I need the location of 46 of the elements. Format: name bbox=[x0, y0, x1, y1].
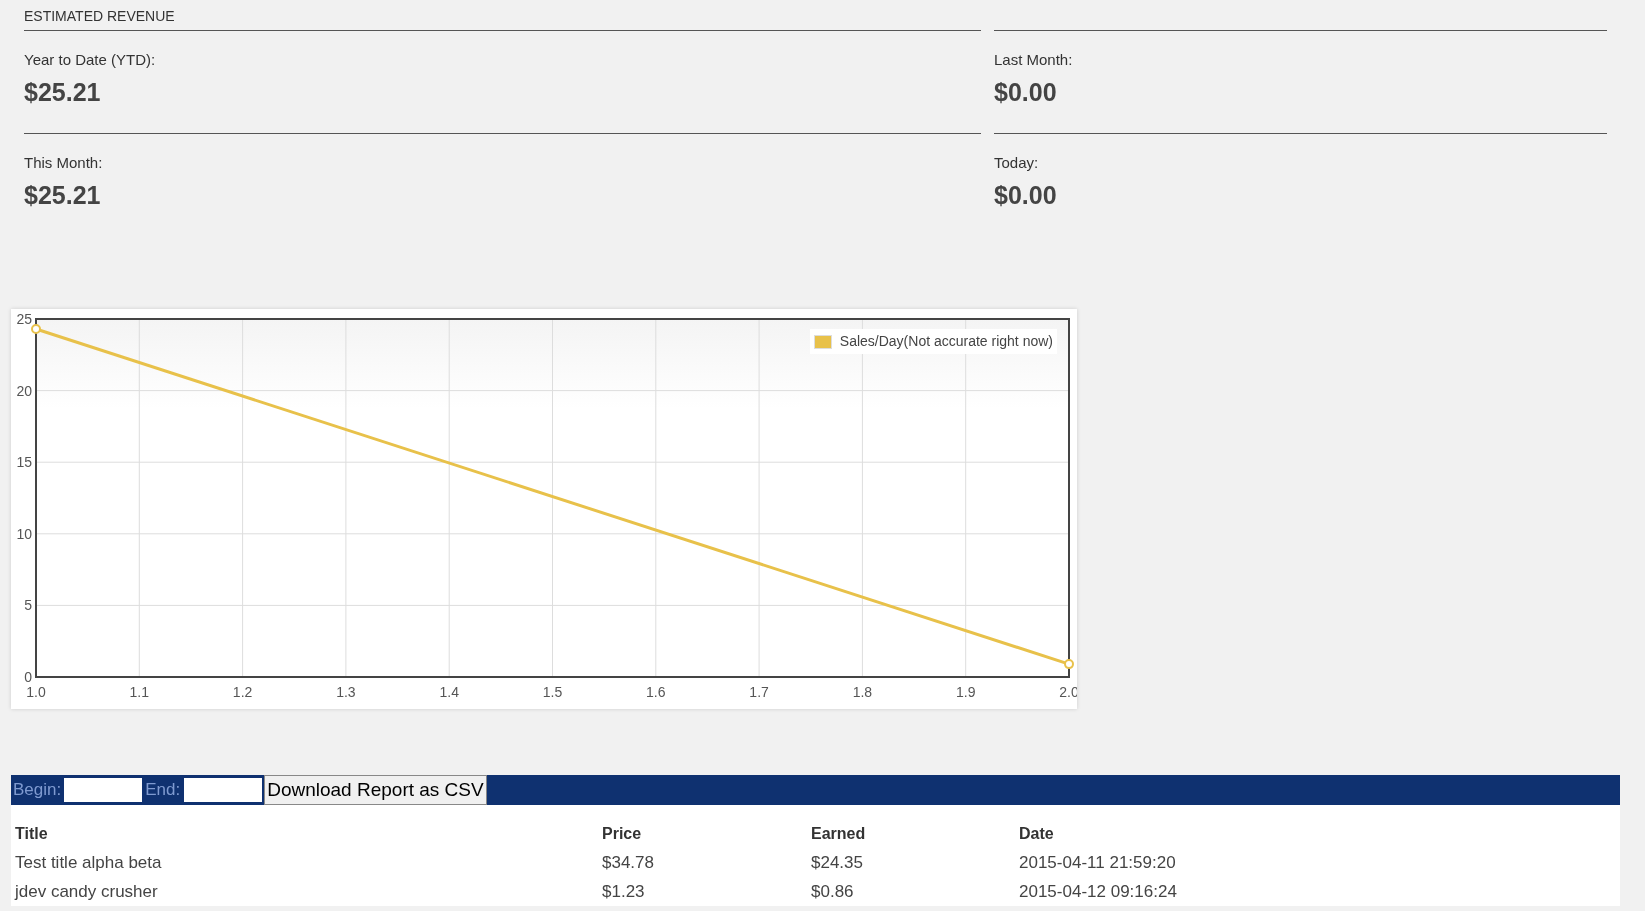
column-header: Title bbox=[15, 823, 48, 844]
table-cell-text: $34.78 bbox=[602, 851, 654, 874]
y-tick-label: 15 bbox=[16, 454, 32, 471]
x-tick-label: 1.7 bbox=[749, 684, 769, 700]
table-cell-text: Test title alpha beta bbox=[15, 851, 162, 874]
legend-swatch bbox=[813, 334, 832, 349]
stat-value: $0.00 bbox=[994, 179, 1057, 211]
table-cell-text: $24.35 bbox=[811, 851, 863, 874]
stat-label: Today: bbox=[994, 153, 1039, 173]
end-date-field[interactable] bbox=[182, 776, 265, 804]
column-header: Date bbox=[1019, 823, 1054, 844]
end-label: End: bbox=[144, 779, 182, 802]
x-tick-label: 1.5 bbox=[542, 684, 563, 700]
x-tick-label: 1.8 bbox=[852, 684, 873, 700]
table-cell-text: jdev candy crusher bbox=[15, 880, 158, 903]
begin-date-field[interactable] bbox=[63, 777, 144, 803]
table-cell-text: $0.86 bbox=[811, 880, 854, 903]
data-point bbox=[31, 324, 41, 334]
table-cell-text: $1.23 bbox=[602, 880, 645, 903]
y-tick-label: 5 bbox=[24, 597, 32, 614]
x-tick-label: 1.3 bbox=[336, 684, 356, 700]
download-csv-button[interactable]: Download Report as CSV bbox=[264, 775, 487, 805]
stat-value: $25.21 bbox=[24, 76, 101, 108]
x-tick-label: 1.9 bbox=[955, 684, 976, 700]
y-tick-label: 20 bbox=[16, 382, 32, 399]
y-tick-label: 10 bbox=[16, 525, 32, 542]
section-title: ESTIMATED REVENUE bbox=[24, 8, 175, 24]
column-header: Price bbox=[602, 823, 642, 844]
stat-label: Last Month: bbox=[994, 50, 1073, 70]
x-tick-label: 1.4 bbox=[439, 684, 459, 700]
x-tick-label: 1.6 bbox=[646, 684, 666, 700]
data-point bbox=[1064, 659, 1074, 670]
begin-label: Begin: bbox=[12, 779, 63, 802]
stat-label: Year to Date (YTD): bbox=[24, 50, 156, 70]
x-tick-label: 1.0 bbox=[26, 684, 46, 700]
table-cell-text: 2015-04-11 21:59:20 bbox=[1019, 851, 1176, 874]
column-header: Earned bbox=[811, 823, 866, 844]
y-tick-label: 25 bbox=[16, 311, 32, 327]
stat-value: $25.21 bbox=[24, 179, 101, 211]
stat-value: $0.00 bbox=[994, 76, 1057, 108]
x-tick-label: 1.1 bbox=[129, 684, 150, 700]
y-tick-label: 0 bbox=[24, 669, 32, 685]
table-cell-text: 2015-04-12 09:16:24 bbox=[1019, 880, 1177, 903]
stat-label: This Month: bbox=[24, 153, 103, 173]
x-tick-label: 1.2 bbox=[232, 684, 253, 700]
legend-label: Sales/Day(Not accurate right now) bbox=[839, 332, 1053, 351]
